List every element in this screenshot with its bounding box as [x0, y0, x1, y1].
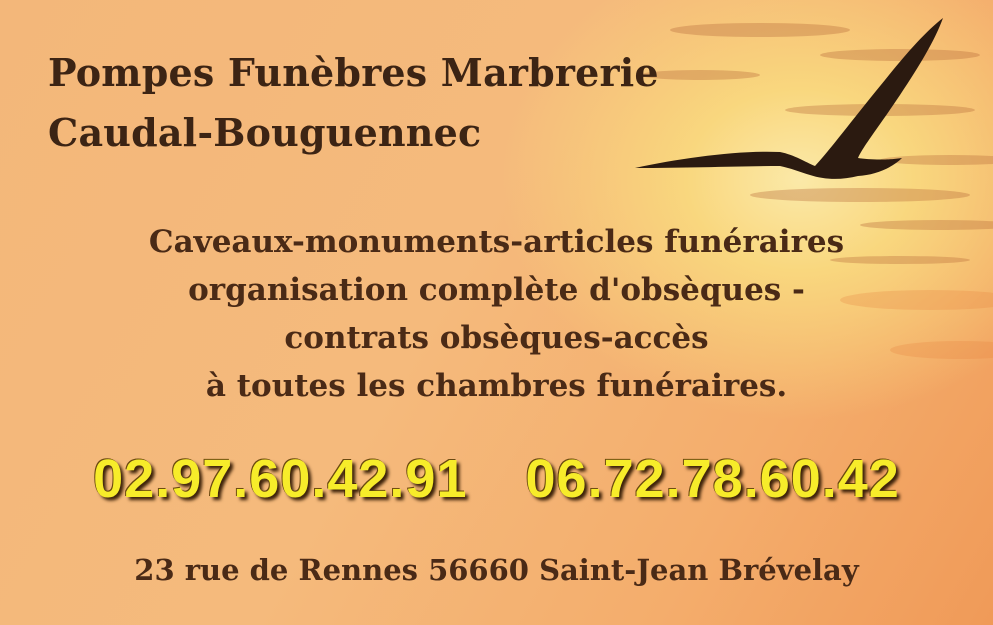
service-line: organisation complète d'obsèques - — [188, 272, 805, 308]
phone-numbers: 02.97.60.42.91 06.72.78.60.42 — [0, 448, 993, 510]
business-name-line2: Caudal-Bouguennec — [48, 110, 482, 155]
phone-landline: 02.97.60.42.91 — [93, 449, 468, 509]
seagull-silhouette-icon — [635, 18, 943, 179]
business-name-line1: Pompes Funèbres Marbrerie — [48, 50, 659, 95]
service-line: Caveaux-monuments-articles funéraires — [148, 224, 845, 260]
service-line: contrats obsèques-accès — [284, 320, 709, 356]
address: 23 rue de Rennes 56660 Saint-Jean Brével… — [134, 553, 859, 587]
business-card: Pompes Funèbres Marbrerie Caudal-Bouguen… — [0, 0, 993, 625]
services-list: Caveaux-monuments-articles funéraires or… — [0, 218, 993, 410]
service-line: à toutes les chambres funéraires. — [205, 368, 788, 404]
phone-mobile: 06.72.78.60.42 — [525, 449, 900, 509]
